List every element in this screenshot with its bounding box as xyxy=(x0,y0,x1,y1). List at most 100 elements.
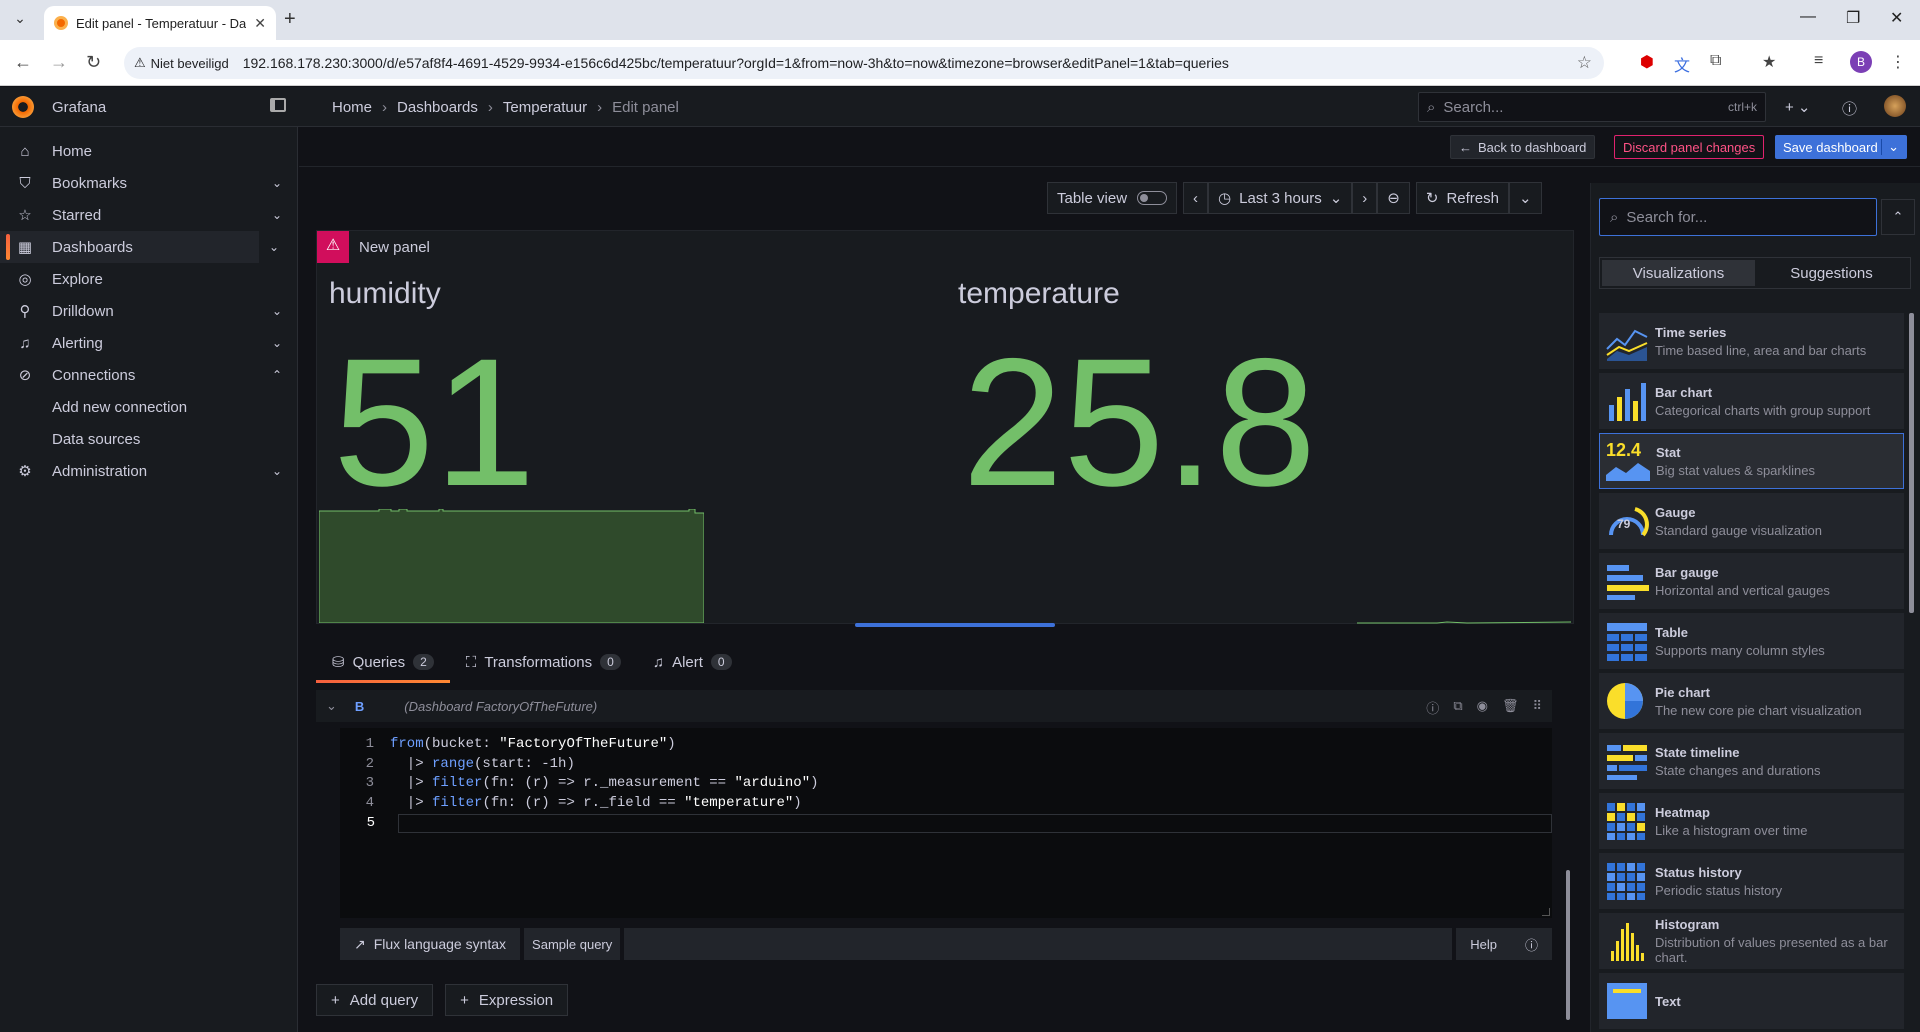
sidebar-item-home[interactable]: ⌂ Home xyxy=(0,135,298,167)
refresh-button[interactable]: ↻ Refresh xyxy=(1415,182,1509,214)
forward-icon[interactable]: → xyxy=(50,52,68,73)
help-icon[interactable]: ⓘ xyxy=(1426,698,1439,717)
trash-icon[interactable]: 🗑 xyxy=(1502,698,1519,717)
table-view-toggle[interactable]: Table view xyxy=(1047,182,1178,214)
code-line[interactable]: 3 |> filter(fn: (r) => r._measurement ==… xyxy=(340,775,1552,794)
media-icon[interactable]: ≡ xyxy=(1814,52,1823,70)
tab-search-icon[interactable]: ⌄ xyxy=(10,10,30,30)
profile-avatar[interactable]: B xyxy=(1850,51,1872,73)
bookmarks-icon[interactable]: ★ xyxy=(1762,52,1776,72)
grafana-logo-icon[interactable] xyxy=(12,96,34,118)
minimize-icon[interactable]: — xyxy=(1800,8,1816,26)
viz-item-table[interactable]: Table Supports many column styles xyxy=(1599,613,1904,669)
sidebar-item-administration[interactable]: ⚙ Administration ⌄ xyxy=(0,455,298,487)
back-to-dashboard-button[interactable]: ← Back to dashboard xyxy=(1450,135,1596,159)
sidebar-item-connections[interactable]: ⊘ Connections ⌃ xyxy=(0,359,298,391)
collapse-picker-button[interactable]: ⌃ xyxy=(1881,199,1915,235)
help-button[interactable]: Help ⓘ xyxy=(1456,928,1552,960)
query-header[interactable]: ⌄ B (Dashboard FactoryOfTheFuture) ⓘ ⧉ ◉… xyxy=(316,690,1552,722)
viz-item-status-history[interactable]: Status history Periodic status history xyxy=(1599,853,1904,909)
viz-item-histogram[interactable]: Histogram Distribution of values presente… xyxy=(1599,913,1904,969)
code-line[interactable]: 2 |> range(start: -1h) xyxy=(340,756,1552,775)
code-line[interactable]: 1 from(bucket: "FactoryOfTheFuture") xyxy=(340,736,1552,755)
search-input[interactable]: ⌕ Search... ctrl+k xyxy=(1418,92,1766,122)
viz-scrollbar[interactable] xyxy=(1909,313,1914,613)
warning-icon[interactable]: ⚠ xyxy=(317,231,349,263)
security-chip[interactable]: ⚠ Niet beveiligd xyxy=(134,55,243,71)
viz-item-state-timeline[interactable]: State timeline State changes and duration… xyxy=(1599,733,1904,789)
close-tab-icon[interactable]: ✕ xyxy=(254,15,266,32)
chevron-down-icon[interactable]: ⌄ xyxy=(326,698,337,714)
add-expression-button[interactable]: + Expression xyxy=(445,984,569,1016)
refresh-interval-picker[interactable]: ⌄ xyxy=(1508,182,1542,214)
sidebar-item-bookmarks[interactable]: ⛉ Bookmarks ⌄ xyxy=(0,167,298,199)
query-ref-id[interactable]: B xyxy=(355,699,364,714)
toggle-switch[interactable] xyxy=(1137,191,1168,205)
tab-alert[interactable]: ♫ Alert 0 xyxy=(637,646,748,678)
code-editor[interactable]: 1 from(bucket: "FactoryOfTheFuture") 2 |> … xyxy=(340,728,1552,918)
drag-handle-icon[interactable]: ⠿ xyxy=(1532,698,1542,717)
browser-tab[interactable]: Edit panel - Temperatuur - Das ✕ xyxy=(44,6,276,40)
chevron-down-icon[interactable]: ⌄ xyxy=(1881,139,1899,155)
chevron-down-icon[interactable]: ⌄ xyxy=(272,304,282,318)
flux-syntax-button[interactable]: ↗ Flux language syntax xyxy=(340,928,521,960)
resize-handle[interactable] xyxy=(1542,908,1550,916)
user-avatar[interactable] xyxy=(1884,95,1906,117)
add-new-icon[interactable]: + ⌄ xyxy=(1785,98,1811,116)
chevron-down-icon[interactable]: ⌄ xyxy=(272,176,282,190)
chevron-down-icon[interactable]: ⌄ xyxy=(272,208,282,222)
duplicate-icon[interactable]: ⧉ xyxy=(1453,698,1462,717)
sidebar-item-alerting[interactable]: ♫ Alerting ⌄ xyxy=(0,327,298,359)
extensions-icon[interactable]: ⧉ xyxy=(1710,52,1721,70)
address-bar[interactable]: ⚠ Niet beveiligd 192.168.178.230:3000/d/… xyxy=(124,47,1604,79)
restore-icon[interactable]: ❐ xyxy=(1846,8,1860,28)
save-dashboard-button[interactable]: Save dashboard ⌄ xyxy=(1775,135,1907,159)
viz-search-input[interactable]: ⌕ Search for... xyxy=(1599,198,1877,236)
translate-icon[interactable]: 文 xyxy=(1674,52,1690,76)
horizontal-scrollbar[interactable] xyxy=(855,623,1055,627)
menu-icon[interactable]: ⋮ xyxy=(1890,52,1906,72)
code-line[interactable]: 5 xyxy=(367,814,1552,833)
sidebar-item-dashboards[interactable]: ▦ Dashboards ⌄ xyxy=(0,231,279,263)
new-tab-icon[interactable]: + xyxy=(284,8,296,31)
editor-scrollbar[interactable] xyxy=(1566,680,1570,1025)
viz-item-pie-chart[interactable]: Pie chart The new core pie chart visualiz… xyxy=(1599,673,1904,729)
tab-suggestions[interactable]: Suggestions xyxy=(1755,260,1908,286)
url-text[interactable]: 192.168.178.230:3000/d/e57af8f4-4691-452… xyxy=(243,55,1229,71)
dock-menu-icon[interactable] xyxy=(270,98,286,112)
chevron-up-icon[interactable]: ⌃ xyxy=(272,368,282,382)
breadcrumb-dashboards[interactable]: Dashboards xyxy=(397,99,478,116)
chevron-down-icon[interactable]: ⌄ xyxy=(269,240,279,254)
viz-item-bar-chart[interactable]: Bar chart Categorical charts with group s… xyxy=(1599,373,1904,429)
sidebar-item-starred[interactable]: ☆ Starred ⌄ xyxy=(0,199,298,231)
tab-visualizations[interactable]: Visualizations xyxy=(1602,260,1755,286)
time-range-picker[interactable]: ◷ Last 3 hours ⌄ xyxy=(1208,182,1353,214)
chevron-down-icon[interactable]: ⌄ xyxy=(272,336,282,350)
chevron-down-icon[interactable]: ⌄ xyxy=(272,464,282,478)
viz-item-bar-gauge[interactable]: Bar gauge Horizontal and vertical gauges xyxy=(1599,553,1904,609)
back-icon[interactable]: ← xyxy=(14,52,32,73)
reload-icon[interactable]: ↻ xyxy=(86,52,101,73)
viz-item-time-series[interactable]: Time series Time based line, area and bar… xyxy=(1599,313,1904,369)
viz-item-gauge[interactable]: 79 Gauge Standard gauge visualization xyxy=(1599,493,1904,549)
close-window-icon[interactable]: ✕ xyxy=(1890,8,1903,28)
sidebar-subitem-data-sources[interactable]: Data sources xyxy=(52,431,140,448)
tab-transformations[interactable]: ⛶ Transformations 0 xyxy=(450,646,637,678)
time-back-button[interactable]: ‹ xyxy=(1183,182,1209,214)
help-icon[interactable]: ⓘ xyxy=(1842,98,1857,119)
viz-item-heatmap[interactable]: Heatmap Like a histogram over time xyxy=(1599,793,1904,849)
time-forward-button[interactable]: › xyxy=(1352,182,1378,214)
sidebar-item-drilldown[interactable]: ⚲ Drilldown ⌄ xyxy=(0,295,298,327)
viz-item-stat[interactable]: 12.4 Stat Big stat values & sparklines xyxy=(1599,433,1904,489)
extension-shield-icon[interactable]: ⬢ xyxy=(1640,52,1654,72)
zoom-out-button[interactable]: ⊖ xyxy=(1377,182,1410,214)
add-query-button[interactable]: + Add query xyxy=(316,984,434,1016)
sidebar-subitem-add-connection[interactable]: Add new connection xyxy=(52,399,187,416)
breadcrumb-dashboard[interactable]: Temperatuur xyxy=(503,99,587,116)
eye-icon[interactable]: ◉ xyxy=(1477,698,1488,717)
tab-queries[interactable]: ⛁ Queries 2 xyxy=(316,646,450,683)
sidebar-item-explore[interactable]: ◎ Explore xyxy=(0,263,298,295)
sample-query-select[interactable]: Sample query xyxy=(524,928,621,960)
code-line[interactable]: 4 |> filter(fn: (r) => r._field == "temp… xyxy=(340,795,1552,814)
viz-item-text[interactable]: Text xyxy=(1599,973,1904,1029)
